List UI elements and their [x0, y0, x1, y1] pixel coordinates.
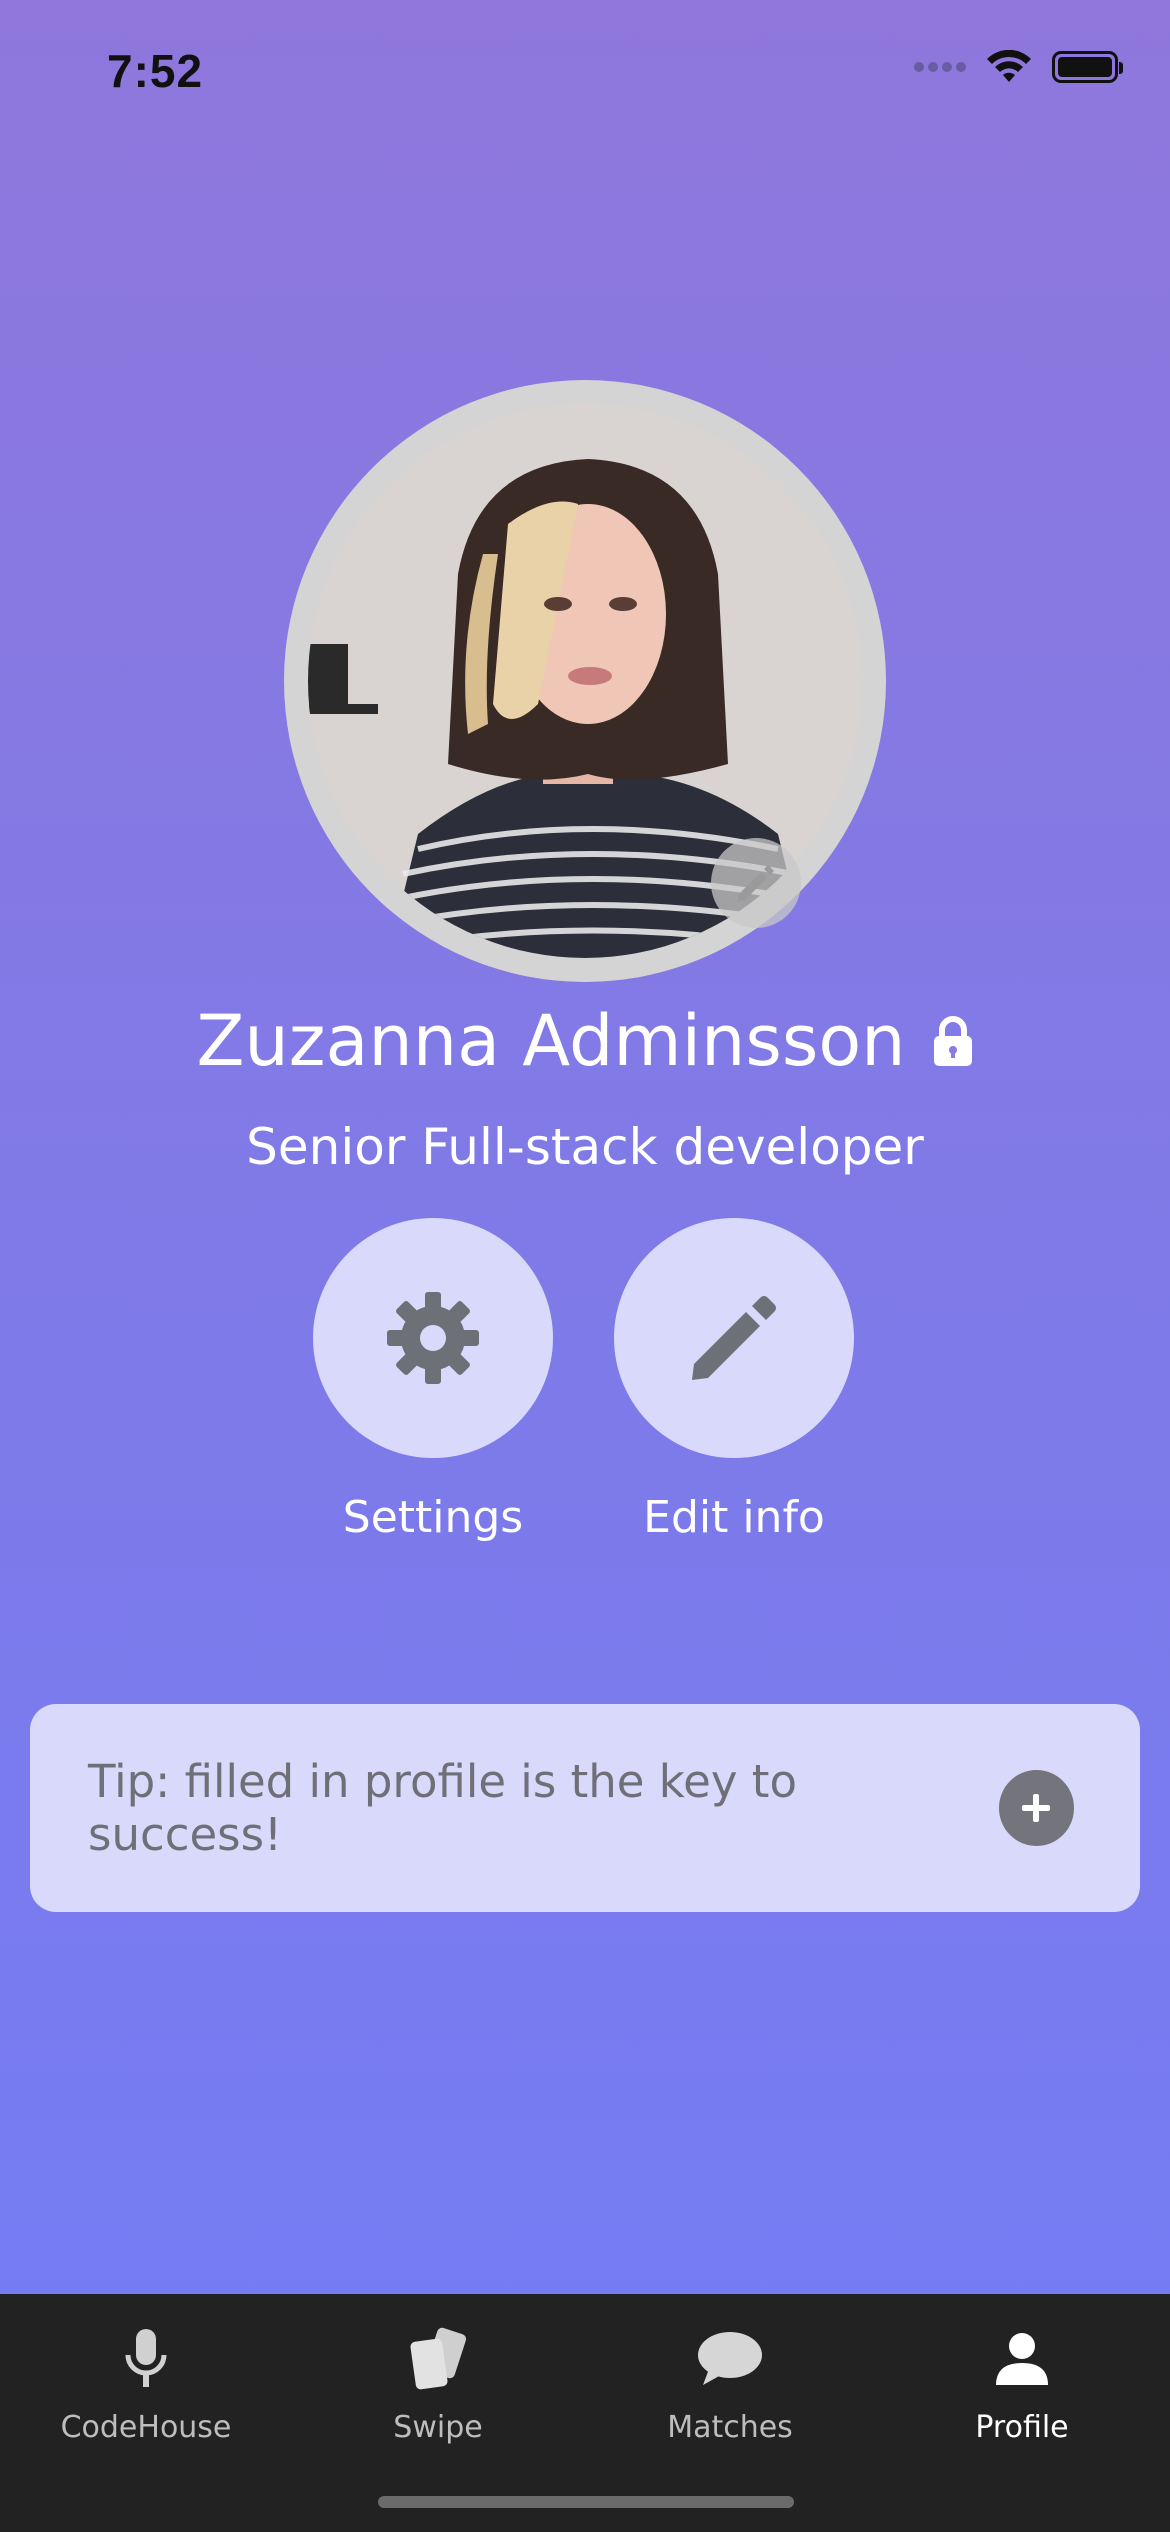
status-icons — [914, 50, 1123, 84]
settings-action[interactable]: Settings — [313, 1218, 553, 1543]
profile-name: Zuzanna Adminsson — [196, 1000, 906, 1082]
settings-label: Settings — [342, 1492, 524, 1543]
avatar[interactable] — [284, 380, 886, 982]
tab-matches[interactable]: Matches — [584, 2314, 876, 2445]
tab-codehouse[interactable]: CodeHouse — [0, 2314, 292, 2445]
tip-card: Tip: filled in profile is the key to suc… — [30, 1704, 1140, 1912]
profile-job-title: Senior Full-stack developer — [246, 1118, 924, 1176]
cellular-signal-icon — [914, 62, 966, 72]
person-icon — [996, 2333, 1048, 2385]
edit-info-label: Edit info — [643, 1492, 825, 1543]
tab-profile[interactable]: Profile — [876, 2314, 1168, 2445]
battery-icon — [1052, 51, 1123, 83]
edit-info-button[interactable] — [614, 1218, 854, 1458]
gear-icon — [387, 1292, 479, 1384]
tab-swipe[interactable]: Swipe — [292, 2314, 584, 2445]
chat-bubble-icon — [698, 2332, 762, 2385]
wifi-icon — [987, 50, 1031, 82]
edit-info-action[interactable]: Edit info — [614, 1218, 854, 1543]
tab-label-matches: Matches — [667, 2410, 793, 2445]
home-indicator — [378, 2496, 794, 2508]
bottom-tab-bar: CodeHouse Swipe Matches Profile — [0, 2294, 1170, 2532]
profile-screen: 7:52 Zuzanna Adminsson Senior Full-stack… — [0, 0, 1170, 2532]
tip-text: Tip: filled in profile is the key to suc… — [88, 1755, 797, 1861]
plus-circle-icon[interactable] — [998, 1770, 1074, 1846]
settings-button[interactable] — [313, 1218, 553, 1458]
tab-label-profile: Profile — [975, 2410, 1069, 2445]
tab-label-swipe: Swipe — [393, 2410, 483, 2445]
microphone-icon — [125, 2329, 167, 2387]
avatar-edit-button[interactable] — [711, 838, 801, 928]
tab-label-codehouse: CodeHouse — [60, 2410, 232, 2445]
profile-name-row: Zuzanna Adminsson — [0, 1000, 1170, 1082]
pencil-icon — [737, 865, 774, 902]
pencil-icon — [692, 1296, 776, 1380]
status-time: 7:52 — [107, 45, 204, 97]
cards-icon — [410, 2327, 467, 2390]
lock-icon — [933, 1016, 972, 1066]
